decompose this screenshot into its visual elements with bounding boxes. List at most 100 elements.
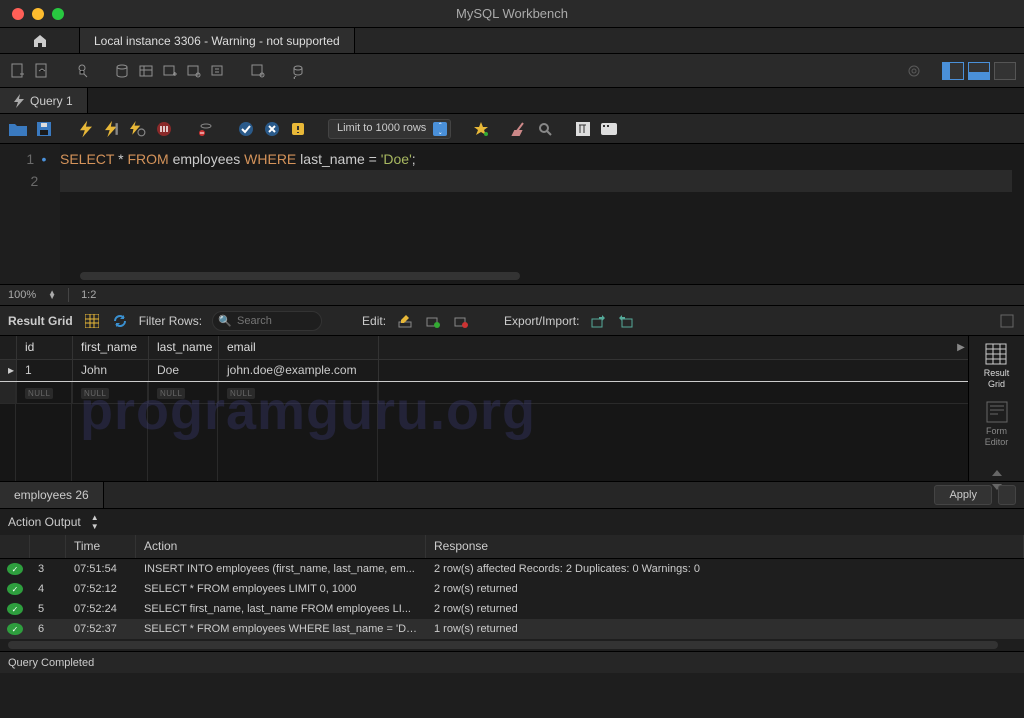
export-button[interactable] [589, 312, 607, 330]
scroll-right-arrow[interactable]: ▶ [954, 336, 968, 359]
action-row[interactable]: ✓607:52:37SELECT * FROM employees WHERE … [0, 619, 1024, 639]
db-button-2[interactable] [136, 61, 156, 81]
db-button-3[interactable] [160, 61, 180, 81]
search-icon: 🔍 [218, 314, 232, 327]
window-close-button[interactable] [12, 8, 24, 20]
home-icon [32, 33, 48, 49]
bottom-scrollbar-track [0, 639, 1024, 651]
action-row[interactable]: ✓407:52:12SELECT * FROM employees LIMIT … [0, 579, 1024, 599]
execute-button[interactable] [76, 119, 96, 139]
find-button[interactable] [509, 119, 529, 139]
inspector-button[interactable] [72, 61, 92, 81]
connection-tab[interactable]: Local instance 3306 - Warning - not supp… [80, 28, 355, 53]
column-header-email[interactable]: email [219, 336, 379, 359]
titlebar: MySQL Workbench [0, 0, 1024, 28]
rollback-button[interactable] [262, 119, 282, 139]
db-button-4[interactable] [184, 61, 204, 81]
reconnect-button[interactable] [288, 61, 308, 81]
commit-button[interactable] [236, 119, 256, 139]
editor-gutter: 1 • 2 [0, 144, 60, 284]
open-sql-file-button[interactable] [32, 61, 52, 81]
wrap-button[interactable] [573, 119, 593, 139]
action-row[interactable]: ✓307:51:54INSERT INTO employees (first_n… [0, 559, 1024, 579]
action-output-stepper[interactable]: ▲▼ [91, 513, 99, 531]
open-file-button[interactable] [8, 119, 28, 139]
action-time: 07:52:24 [66, 601, 136, 617]
settings-button[interactable] [904, 61, 924, 81]
column-header-first-name[interactable]: first_name [73, 336, 149, 359]
editor-statusbar: 100% ▲▼ 1:2 [0, 284, 1024, 306]
revert-button[interactable] [998, 485, 1016, 505]
cell-first-name[interactable]: John [73, 360, 149, 381]
star-icon [473, 121, 489, 137]
column-header-last-name[interactable]: last_name [149, 336, 219, 359]
grid-icon [85, 314, 99, 328]
result-grid-toggle-button[interactable] [83, 312, 101, 330]
keyboard-icon [601, 123, 617, 135]
cell-id[interactable]: 1 [17, 360, 73, 381]
result-grid-view-button[interactable]: Result Grid [984, 342, 1010, 390]
toggle-safe-button[interactable] [288, 119, 308, 139]
invisible-chars-button[interactable] [535, 119, 555, 139]
col-time[interactable]: Time [66, 535, 136, 558]
table-plus-icon [162, 63, 178, 79]
file-plus-icon [10, 63, 26, 79]
filter-rows-label: Filter Rows: [139, 314, 202, 328]
delete-row-button[interactable] [452, 312, 470, 330]
action-index: 4 [30, 581, 66, 597]
form-icon [986, 401, 1008, 423]
lightning-cursor-icon [105, 120, 119, 138]
lightning-search-icon [130, 120, 146, 138]
query-tab-label: Query 1 [30, 94, 73, 108]
search-data-button[interactable] [248, 61, 268, 81]
zoom-stepper[interactable]: ▲▼ [48, 291, 56, 299]
explain-button[interactable] [128, 119, 148, 139]
action-row[interactable]: ✓507:52:24SELECT first_name, last_name F… [0, 599, 1024, 619]
zoom-level[interactable]: 100% [8, 289, 36, 301]
shortcuts-button[interactable] [599, 119, 619, 139]
bottom-scrollbar-thumb[interactable] [8, 641, 998, 649]
db-button-5[interactable] [208, 61, 228, 81]
limit-rows-select[interactable]: Limit to 1000 rows ⌃⌄ [328, 119, 451, 139]
query-tab[interactable]: Query 1 [0, 88, 88, 113]
db-button-1[interactable] [112, 61, 132, 81]
stop-button[interactable] [154, 119, 174, 139]
col-action[interactable]: Action [136, 535, 426, 558]
cell-last-name[interactable]: Doe [149, 360, 219, 381]
column-header-id[interactable]: id [17, 336, 73, 359]
save-file-button[interactable] [34, 119, 54, 139]
table-row-null[interactable]: NULL NULL NULL NULL [0, 382, 968, 404]
new-sql-tab-button[interactable] [8, 61, 28, 81]
window-minimize-button[interactable] [32, 8, 44, 20]
grid-header-row: id first_name last_name email ▶ [0, 336, 968, 360]
toggle-autocommit-button[interactable] [196, 119, 216, 139]
paragraph-icon [576, 122, 590, 136]
sql-editor[interactable]: 1 • 2 SELECT * FROM employees WHERE last… [0, 144, 1024, 284]
toggle-sidebar-left-button[interactable] [942, 62, 964, 80]
result-grid-label: Result Grid [8, 314, 73, 328]
wrap-cells-button[interactable] [998, 312, 1016, 330]
refresh-button[interactable] [111, 312, 129, 330]
col-response[interactable]: Response [426, 535, 1024, 558]
toggle-output-panel-button[interactable] [968, 62, 990, 80]
table-row[interactable]: ▸ 1 John Doe john.doe@example.com [0, 360, 968, 382]
apply-button[interactable]: Apply [934, 485, 992, 505]
form-editor-view-button[interactable]: Form Editor [985, 400, 1009, 448]
status-ok-icon: ✓ [7, 563, 23, 575]
edit-row-button[interactable] [396, 312, 414, 330]
toggle-sidebar-right-button[interactable] [994, 62, 1016, 80]
add-row-button[interactable] [424, 312, 442, 330]
cell-email[interactable]: john.doe@example.com [219, 360, 379, 381]
execute-current-button[interactable] [102, 119, 122, 139]
result-tab[interactable]: employees 26 [0, 482, 104, 508]
beautify-button[interactable] [471, 119, 491, 139]
statusbar: Query Completed [0, 651, 1024, 673]
action-response: 2 row(s) affected Records: 2 Duplicates:… [426, 561, 1024, 577]
action-output-label[interactable]: Action Output [8, 515, 81, 529]
home-tab[interactable] [0, 28, 80, 53]
editor-scrollbar[interactable] [80, 272, 520, 280]
import-button[interactable] [617, 312, 635, 330]
status-ok-icon: ✓ [7, 603, 23, 615]
window-maximize-button[interactable] [52, 8, 64, 20]
lightning-icon [80, 120, 92, 138]
